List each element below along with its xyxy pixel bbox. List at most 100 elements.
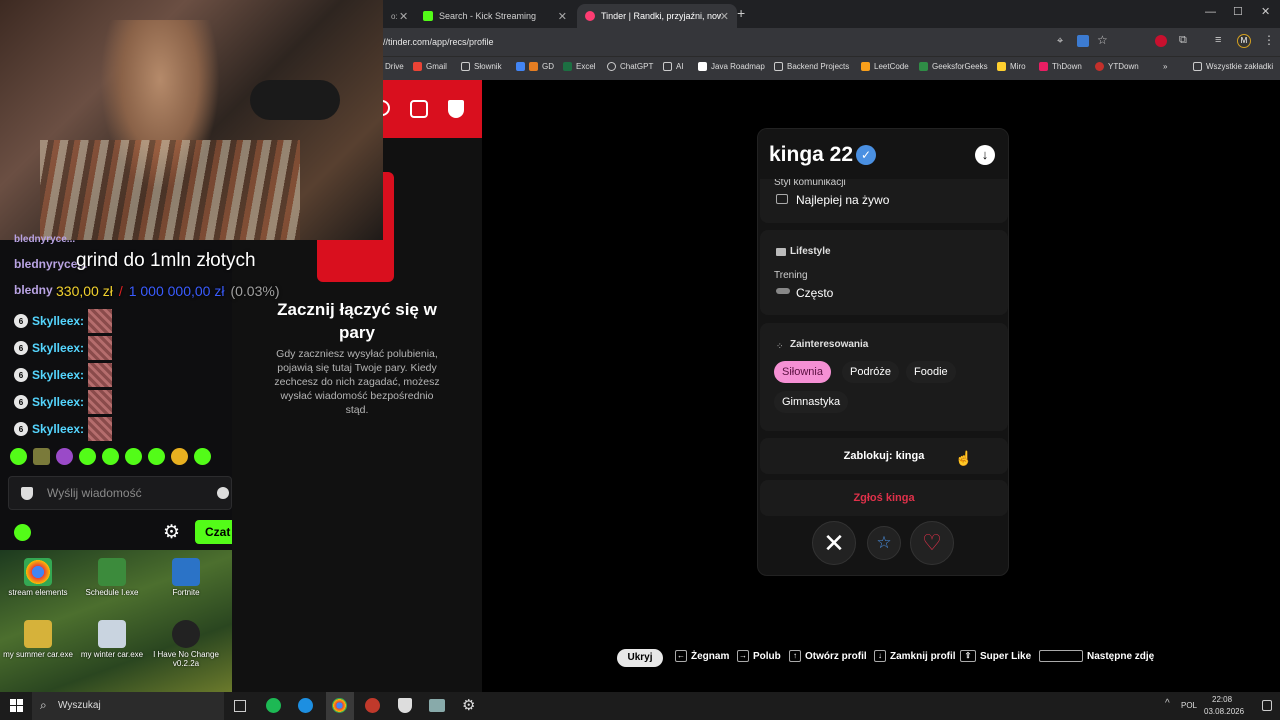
lifestyle-title: Lifestyle [790,246,831,257]
bookmark-geeksforgeeks[interactable]: GeeksforGeeks [919,62,988,71]
desktop-icon[interactable]: Schedule I.exe [74,558,150,597]
profile-card: kinga 22 ✓ ↓ Styl komunikacji Najlepiej … [757,128,1009,576]
star-icon[interactable]: ☆ [1097,33,1108,47]
taskbar-search[interactable]: ⌕ Wyszukaj [32,692,224,720]
shield-icon[interactable] [448,100,464,118]
chat-line: 6 Skylleex: [14,390,113,414]
arrow-down-icon[interactable]: ↓ [975,145,995,165]
language-indicator[interactable]: POL [1181,701,1197,710]
interests-icon: ⁘ [776,341,784,351]
bookmark-drive[interactable]: Drive [385,62,404,71]
training-value: Często [796,286,834,300]
briefcase-icon[interactable] [410,100,428,118]
chat-input[interactable]: Wyślij wiadomość [8,476,232,510]
desktop-icon[interactable]: I Have No Change v0.2.2a [148,620,224,668]
emote-icon[interactable] [125,448,142,465]
emote-icon[interactable] [33,448,50,465]
explorer-icon[interactable] [429,699,445,712]
clock-time[interactable]: 22:08 [1212,695,1232,704]
close-icon[interactable]: ✕ [399,10,408,23]
bookmark-thdown[interactable]: ThDown [1039,62,1082,71]
chat-send-button[interactable]: Czat [195,520,232,544]
emote-icon[interactable] [148,448,165,465]
nope-button[interactable]: ✕ [812,521,856,565]
tray-chevron-icon[interactable]: ^ [1165,698,1170,709]
extension-icon[interactable] [1155,35,1167,47]
tab-kick[interactable]: Search - Kick Streaming ✕ [415,4,575,28]
interest-chip: Siłownia [774,361,831,383]
chrome-icon[interactable] [332,698,347,713]
bookmark-gd[interactable]: GD [516,62,554,71]
bookmark-chatgpt[interactable]: ChatGPT [607,62,653,71]
chat-line: 6 Skylleex: [14,363,113,387]
profile-avatar[interactable]: M [1237,34,1251,48]
gear-icon[interactable]: ⚙ [163,521,180,544]
emote-icon[interactable] [194,448,211,465]
emote-icon [88,417,113,441]
space-key-icon [1039,650,1083,662]
interests-section: ⁘ Zainteresowania Siłownia Podróże Foodi… [760,323,1008,431]
url-field[interactable]: //tinder.com/app/recs/profile [383,33,494,51]
interest-chip: Foodie [906,361,956,383]
windows-start-icon[interactable] [10,699,23,712]
stream-goal-progress: 330,00 zł / 1 000 000,00 zł (0.03%) [56,283,280,299]
new-tab-button[interactable]: + [737,5,745,21]
close-icon[interactable]: ✕ [720,10,729,23]
emote-icon[interactable] [171,448,188,465]
bookmark-miro[interactable]: Miro [997,62,1026,71]
emoji-icon[interactable] [217,487,229,499]
reading-list-icon[interactable]: ≡ [1215,34,1221,46]
desktop-icon[interactable]: Fortnite [148,558,224,597]
close-icon[interactable]: ✕ [558,10,567,23]
tab-partial[interactable]: o: ✕ [383,4,408,28]
emote-icon[interactable] [102,448,119,465]
arrow-up-icon: ↑ [789,650,801,662]
emote-icon[interactable] [79,448,96,465]
bookmark-slownik[interactable]: Słownik [461,62,502,71]
super-like-button[interactable]: ☆ [867,526,901,560]
task-view-icon[interactable] [234,700,246,712]
matches-description: Gdy zaczniesz wysyłać polubienia, pojawi… [274,348,440,416]
chat-icon [776,194,788,204]
app-icon[interactable] [398,698,412,713]
hide-shortcuts-button[interactable]: Ukryj [617,649,663,667]
emote-icon[interactable] [56,448,73,465]
winter-car-icon [98,620,126,648]
bookmarks-more-button[interactable]: » [1163,62,1167,71]
desktop-icon[interactable]: stream elements [0,558,76,597]
puzzle-icon[interactable]: ⧉ [1179,34,1187,47]
report-button[interactable]: Zgłoś kinga [760,480,1008,516]
desktop-icon[interactable]: my winter car.exe [74,620,150,659]
close-window-button[interactable]: ✕ [1261,5,1270,18]
bookmark-ai[interactable]: AI [663,62,684,71]
fortnite-icon [172,558,200,586]
streamer-shirt [40,140,300,240]
maximize-button[interactable]: ☐ [1233,5,1243,18]
bookmark-java-roadmap[interactable]: Java Roadmap [698,62,765,71]
desktop-icon[interactable]: my summer car.exe [0,620,76,659]
menu-icon[interactable]: ⋮ [1263,33,1275,47]
bookmark-leetcode[interactable]: LeetCode [861,62,909,71]
emote-icon[interactable] [10,448,27,465]
goal-percent: (0.03%) [230,283,280,299]
schedule-icon [98,558,126,586]
obs-icon[interactable] [365,698,380,713]
mouse-cursor-icon: ☝ [955,450,973,466]
tab-tinder[interactable]: Tinder | Randki, przyjaźni, nowe ✕ [577,4,737,28]
translate-icon[interactable] [1077,35,1089,47]
kick-icon[interactable] [14,524,31,541]
like-button[interactable]: ♡ [910,521,954,565]
notifications-icon[interactable] [1262,700,1272,711]
bookmark-ytdown[interactable]: YTDown [1095,62,1139,71]
bookmark-backend-projects[interactable]: Backend Projects [774,62,849,71]
edge-icon[interactable] [298,698,313,713]
minimize-button[interactable]: — [1205,6,1216,18]
spotify-icon[interactable] [266,698,281,713]
bookmark-excel[interactable]: Excel [563,62,596,71]
bookmark-all[interactable]: Wszystkie zakładki [1193,62,1273,71]
location-icon[interactable]: ⌖ [1057,35,1063,48]
bookmark-gmail[interactable]: Gmail [413,62,447,71]
clock-date[interactable]: 03.08.2026 [1204,707,1244,716]
settings-icon[interactable]: ⚙ [462,696,475,714]
arrow-right-icon: → [737,650,749,662]
